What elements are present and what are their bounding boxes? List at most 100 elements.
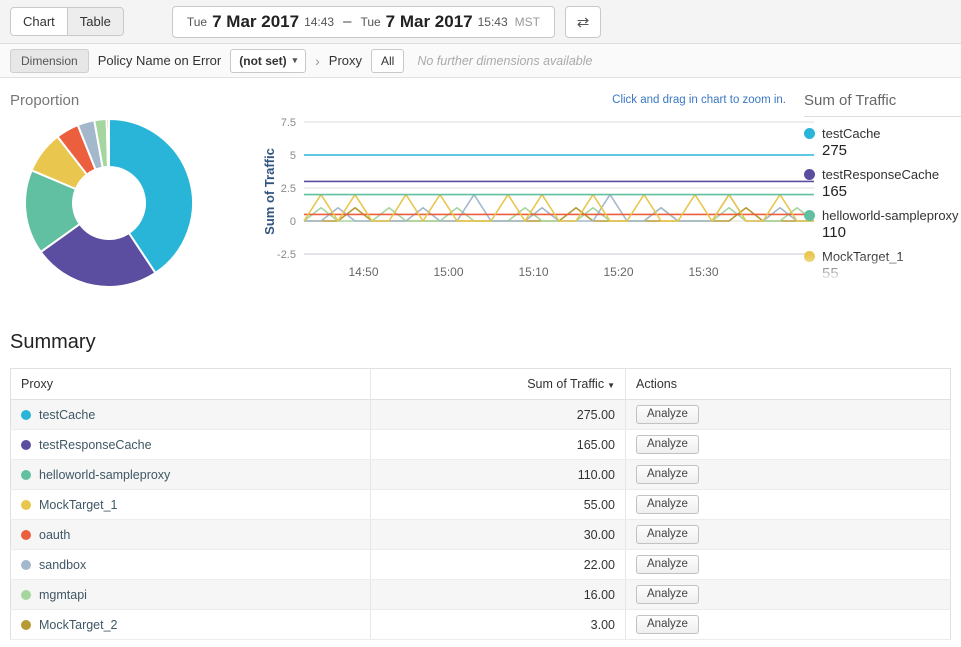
donut-slice-MockTarget_2[interactable]	[107, 119, 109, 167]
proxy-color-dot	[21, 410, 31, 420]
proxy-all-button[interactable]: All	[371, 49, 404, 73]
table-row-testResponseCache: testResponseCache165.00Analyze	[11, 430, 951, 460]
y-tick-label: 0	[290, 216, 296, 228]
timezone-label: MST	[515, 15, 540, 29]
legend-entry-name: helloworld-sampleproxy	[822, 208, 959, 223]
x-tick-label: 15:30	[688, 265, 718, 279]
analyze-button[interactable]: Analyze	[636, 435, 699, 454]
view-toggle: Chart Table	[10, 7, 124, 36]
table-row-MockTarget_1: MockTarget_1 55.00 Analyze	[11, 490, 951, 520]
proxy-name: testCache	[39, 408, 95, 422]
analyze-button[interactable]: Analyze	[636, 465, 699, 484]
policy-value-dropdown[interactable]: (not set) ▾	[230, 49, 306, 73]
summary-table: Proxy Sum of Traffic▼ Actions testCache 2…	[10, 368, 951, 640]
policy-dimension-label: Policy Name on Error	[98, 53, 222, 68]
dimension-chip: Dimension	[10, 49, 89, 73]
proxy-color-dot	[21, 530, 31, 540]
legend-entry-value: 55	[804, 265, 961, 280]
legend-entry-helloworld-sampleproxy[interactable]: helloworld-sampleproxy110	[804, 205, 961, 246]
table-tab[interactable]: Table	[67, 8, 123, 35]
legend-title: Sum of Traffic	[804, 92, 961, 117]
proxy-color-dot	[21, 590, 31, 600]
proxy-color-dot	[21, 500, 31, 510]
sort-descending-icon: ▼	[607, 381, 615, 390]
analyze-button[interactable]: Analyze	[636, 405, 699, 424]
legend-list: testCache275testResponseCache165hellowor…	[804, 123, 961, 280]
proxy-color-dot	[21, 620, 31, 630]
traffic-value: 55.00	[371, 490, 626, 520]
traffic-value: 165.00	[371, 430, 626, 460]
column-header-sum-of-traffic[interactable]: Sum of Traffic▼	[371, 369, 626, 400]
refresh-button[interactable]: ⇄	[565, 6, 601, 38]
traffic-line-chart[interactable]: 7.552.50-2.514:5015:0015:1015:2015:30	[262, 110, 822, 296]
line-chart-block: Click and drag in chart to zoom in. Sum …	[232, 92, 792, 301]
proxy-color-dot	[21, 560, 31, 570]
analyze-button[interactable]: Analyze	[636, 615, 699, 634]
legend-entry-value: 165	[804, 183, 961, 200]
table-row-testCache: testCache 275.00 Analyze	[11, 400, 951, 430]
table-row-mgmtapi: mgmtapi 16.00 Analyze	[11, 580, 951, 610]
x-tick-label: 14:50	[348, 265, 378, 279]
traffic-value: 275.00	[371, 400, 626, 430]
refresh-icon: ⇄	[577, 13, 590, 31]
chart-section: Proportion Click and drag in chart to zo…	[0, 78, 961, 301]
start-time: 14:43	[304, 15, 334, 29]
chevron-down-icon: ▾	[293, 55, 298, 66]
analyze-button[interactable]: Analyze	[636, 495, 699, 514]
end-time: 15:43	[478, 15, 508, 29]
proportion-title: Proportion	[10, 92, 232, 109]
legend-entry-name: MockTarget_1	[822, 249, 904, 264]
y-tick-label: -2.5	[277, 249, 296, 261]
date-range-picker[interactable]: Tue 7 Mar 2017 14:43 – Tue 7 Mar 2017 15…	[172, 6, 555, 38]
legend-entry-value: 110	[804, 224, 961, 241]
legend-color-dot	[804, 169, 815, 180]
end-date: 7 Mar 2017	[386, 12, 473, 32]
traffic-value: 3.00	[371, 610, 626, 640]
chart-tab[interactable]: Chart	[11, 8, 67, 35]
proxy-dimension-label: Proxy	[329, 53, 362, 68]
table-row-sandbox: sandbox22.00Analyze	[11, 550, 951, 580]
zoom-hint: Click and drag in chart to zoom in.	[612, 94, 786, 106]
proxy-name: helloworld-sampleproxy	[39, 468, 170, 482]
traffic-value: 30.00	[371, 520, 626, 550]
proxy-name: oauth	[39, 528, 70, 542]
top-toolbar: Chart Table Tue 7 Mar 2017 14:43 – Tue 7…	[0, 0, 961, 44]
start-day: Tue	[187, 15, 207, 29]
traffic-value: 16.00	[371, 580, 626, 610]
series-line-MockTarget_1	[304, 195, 814, 221]
summary-section: Summary Proxy Sum of Traffic▼ Actions te…	[0, 301, 961, 640]
proxy-name: MockTarget_2	[39, 618, 118, 632]
analyze-button[interactable]: Analyze	[636, 585, 699, 604]
proxy-color-dot	[21, 440, 31, 450]
end-day: Tue	[360, 15, 380, 29]
analyze-button[interactable]: Analyze	[636, 555, 699, 574]
proxy-name: MockTarget_1	[39, 498, 118, 512]
y-tick-label: 2.5	[281, 183, 296, 195]
summary-title: Summary	[10, 331, 951, 354]
legend-color-dot	[804, 128, 815, 139]
legend-entry-value: 275	[804, 142, 961, 159]
y-axis-label: Sum of Traffic	[262, 148, 277, 235]
x-tick-label: 15:10	[518, 265, 548, 279]
proxy-name: mgmtapi	[39, 588, 87, 602]
x-tick-label: 15:20	[603, 265, 633, 279]
traffic-value: 22.00	[371, 550, 626, 580]
table-row-MockTarget_2: MockTarget_2 3.00 Analyze	[11, 610, 951, 640]
legend-entry-testResponseCache[interactable]: testResponseCache165	[804, 164, 961, 205]
x-tick-label: 15:00	[433, 265, 463, 279]
proxy-color-dot	[21, 470, 31, 480]
analyze-button[interactable]: Analyze	[636, 525, 699, 544]
column-header-proxy[interactable]: Proxy	[11, 369, 371, 400]
start-date: 7 Mar 2017	[212, 12, 299, 32]
legend-entry-name: testCache	[822, 126, 881, 141]
column-header-actions: Actions	[626, 369, 951, 400]
summary-header-row: Proxy Sum of Traffic▼ Actions	[11, 369, 951, 400]
y-tick-label: 5	[290, 150, 296, 162]
legend-entry-name: testResponseCache	[822, 167, 939, 182]
date-separator: –	[343, 13, 351, 30]
legend-entry-MockTarget_1[interactable]: MockTarget_155	[804, 246, 961, 280]
proportion-block: Proportion	[10, 92, 232, 301]
proportion-donut-chart[interactable]	[10, 117, 210, 289]
legend-entry-testCache[interactable]: testCache275	[804, 123, 961, 164]
dimension-separator-icon: ›	[315, 53, 320, 69]
